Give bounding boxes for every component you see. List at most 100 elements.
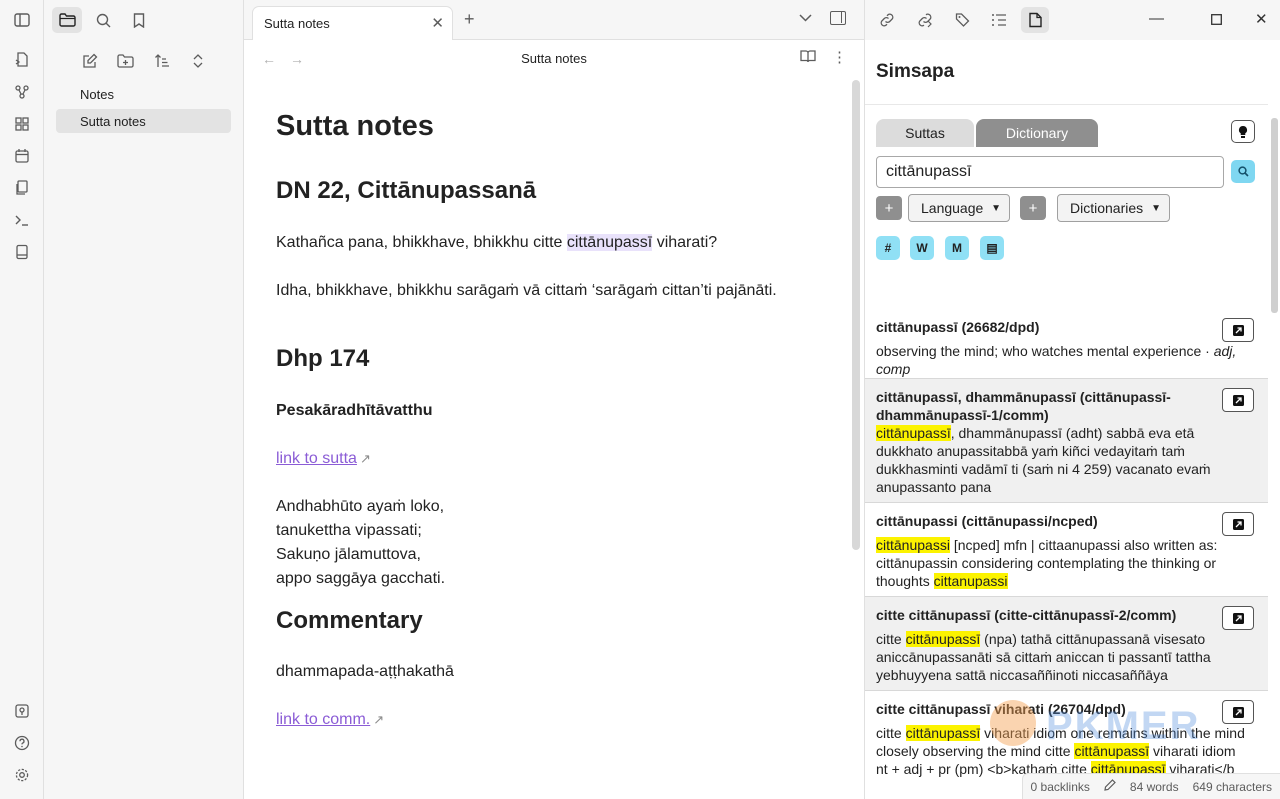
external-link-icon: ↗ xyxy=(373,712,385,727)
toggle-right-sidebar-icon[interactable] xyxy=(830,11,846,25)
help-icon[interactable] xyxy=(0,727,44,759)
maximize-icon[interactable] xyxy=(1211,12,1222,29)
explorer-header xyxy=(44,0,243,40)
add-dictionary-button[interactable]: + xyxy=(1020,196,1046,220)
tab-suttas[interactable]: Suttas xyxy=(876,119,974,147)
settings-icon[interactable] xyxy=(0,759,44,791)
tab-bar: Sutta notes ✕ + xyxy=(244,0,864,40)
open-entry-button[interactable] xyxy=(1222,606,1254,630)
vault-switch-icon[interactable] xyxy=(0,695,44,727)
graph-view-icon[interactable] xyxy=(0,76,44,108)
dictionaries-select-value: Dictionaries xyxy=(1070,200,1144,216)
backlinks-icon[interactable] xyxy=(873,7,901,33)
text-run: Kathañca pana, bhikkhave, bhikkhu citte xyxy=(276,234,567,251)
external-link-icon: ↗ xyxy=(359,451,371,466)
tags-icon[interactable] xyxy=(949,7,977,33)
dictionary-search-input[interactable]: cittānupassī xyxy=(876,156,1224,188)
link-paragraph-comm: link to comm. ↗ xyxy=(276,711,384,729)
simsapa-file-icon[interactable] xyxy=(1021,7,1049,33)
language-select[interactable]: Language ▼ xyxy=(908,194,1010,222)
explorer-item-notes[interactable]: Notes xyxy=(56,82,231,106)
bookmark-icon[interactable] xyxy=(124,7,154,33)
sidebar-scrollbar[interactable] xyxy=(1271,118,1278,313)
daily-note-icon[interactable] xyxy=(0,140,44,172)
chevron-down-icon: ▼ xyxy=(991,203,1001,214)
verse-line: appo saggāya gacchati. xyxy=(276,570,446,587)
result-title: citte cittānupassī viharati (26704/dpd) xyxy=(876,701,1126,717)
text-run: citte xyxy=(876,725,906,741)
window-close-icon[interactable]: ✕ xyxy=(1255,10,1268,28)
editor-scrollbar[interactable] xyxy=(852,80,860,550)
explorer-item-sutta-notes[interactable]: Sutta notes xyxy=(56,109,231,133)
tab-sutta-notes[interactable]: Sutta notes ✕ xyxy=(252,6,453,40)
language-select-value: Language xyxy=(921,200,984,216)
app-window: Notes Sutta notes Sutta notes ✕ + ← → Su… xyxy=(0,0,1280,799)
more-options-icon[interactable]: ⋮ xyxy=(832,48,847,66)
close-icon[interactable]: ✕ xyxy=(431,14,444,32)
paragraph-idha: Idha, bhikkhave, bhikkhu sarāgaṁ vā citt… xyxy=(276,282,777,299)
outgoing-links-icon[interactable] xyxy=(911,7,939,33)
open-entry-button[interactable] xyxy=(1222,700,1254,724)
tab-title: Sutta notes xyxy=(264,16,330,31)
external-arrow-icon xyxy=(1232,324,1244,336)
heading-dhp174: Dhp 174 xyxy=(276,345,370,372)
hash-filter-chip[interactable]: # xyxy=(876,236,900,260)
tab-dictionary[interactable]: Dictionary xyxy=(976,119,1098,147)
result-title: cittānupassī, dhammānupassī (cittānupass… xyxy=(876,389,1171,423)
dictionaries-select[interactable]: Dictionaries ▼ xyxy=(1057,194,1170,222)
text-run: observing the mind; who watches mental e… xyxy=(876,343,1214,359)
list-filter-chip[interactable]: ▤ xyxy=(980,236,1004,260)
chevron-down-icon[interactable] xyxy=(799,10,812,25)
verse-line: Sakuṇo jālamuttova, xyxy=(276,546,421,563)
result-title: citte cittānupassī (citte-cittānupassī-2… xyxy=(876,607,1177,623)
link-paragraph-sutta: link to sutta ↗ xyxy=(276,450,371,468)
highlighted-match: cittānupassī xyxy=(905,631,981,647)
command-palette-icon[interactable] xyxy=(0,204,44,236)
result-title: cittānupassī (26682/dpd) xyxy=(876,319,1040,335)
templates-icon[interactable] xyxy=(0,172,44,204)
collapse-all-icon[interactable] xyxy=(185,48,211,74)
external-arrow-icon xyxy=(1232,706,1244,718)
chevron-down-icon: ▼ xyxy=(1151,203,1161,214)
result-body: citte cittānupassī (npa) tathā cittānupa… xyxy=(876,630,1246,684)
view-title[interactable]: Sutta notes xyxy=(244,51,864,66)
new-tab-icon[interactable]: + xyxy=(464,9,475,30)
w-filter-chip[interactable]: W xyxy=(910,236,934,260)
verse-line: tanukettha vipassati; xyxy=(276,522,422,539)
new-note-icon[interactable] xyxy=(77,48,103,74)
heading-dn22: DN 22, Cittānupassanā xyxy=(276,177,537,204)
open-quick-switcher-icon[interactable] xyxy=(0,44,44,76)
backlinks-count[interactable]: 0 backlinks xyxy=(1031,780,1090,794)
explorer-toolbar xyxy=(44,40,243,82)
lightbulb-icon[interactable] xyxy=(1231,120,1255,143)
open-entry-button[interactable] xyxy=(1222,388,1254,412)
explorer-item-label: Sutta notes xyxy=(80,113,146,129)
search-icon[interactable] xyxy=(1231,160,1255,183)
right-sidebar: — ✕ Simsapa Suttas Dictionary cittānupas… xyxy=(864,0,1280,799)
file-explorer-pane: Notes Sutta notes xyxy=(44,0,244,799)
status-bar: 0 backlinks 84 words 649 characters xyxy=(1021,773,1280,799)
link-to-sutta[interactable]: link to sutta xyxy=(276,450,357,467)
search-icon[interactable] xyxy=(88,7,118,33)
result-body: cittānupassi [ncped] mfn | cittaanupassi… xyxy=(876,536,1246,590)
open-entry-button[interactable] xyxy=(1222,512,1254,536)
reading-view-icon[interactable] xyxy=(800,49,816,67)
sort-icon[interactable] xyxy=(149,48,175,74)
note-title: Sutta notes xyxy=(276,110,434,142)
folder-icon[interactable] xyxy=(52,7,82,33)
book-icon[interactable] xyxy=(0,236,44,268)
pencil-icon[interactable] xyxy=(1104,779,1116,794)
m-filter-chip[interactable]: M xyxy=(945,236,969,260)
add-language-button[interactable]: + xyxy=(876,196,902,220)
toggle-sidebar-icon[interactable] xyxy=(0,0,44,40)
canvas-icon[interactable] xyxy=(0,108,44,140)
verse-line: Andhabhūto ayaṁ loko, xyxy=(276,498,445,515)
character-count: 649 characters xyxy=(1192,779,1272,794)
minimize-icon[interactable]: — xyxy=(1149,10,1164,27)
open-entry-button[interactable] xyxy=(1222,318,1254,342)
new-folder-icon[interactable] xyxy=(113,48,139,74)
link-to-comm[interactable]: link to comm. xyxy=(276,711,370,728)
outline-icon[interactable] xyxy=(985,7,1013,33)
text-run: viharati? xyxy=(652,234,718,251)
ribbon xyxy=(0,0,44,799)
